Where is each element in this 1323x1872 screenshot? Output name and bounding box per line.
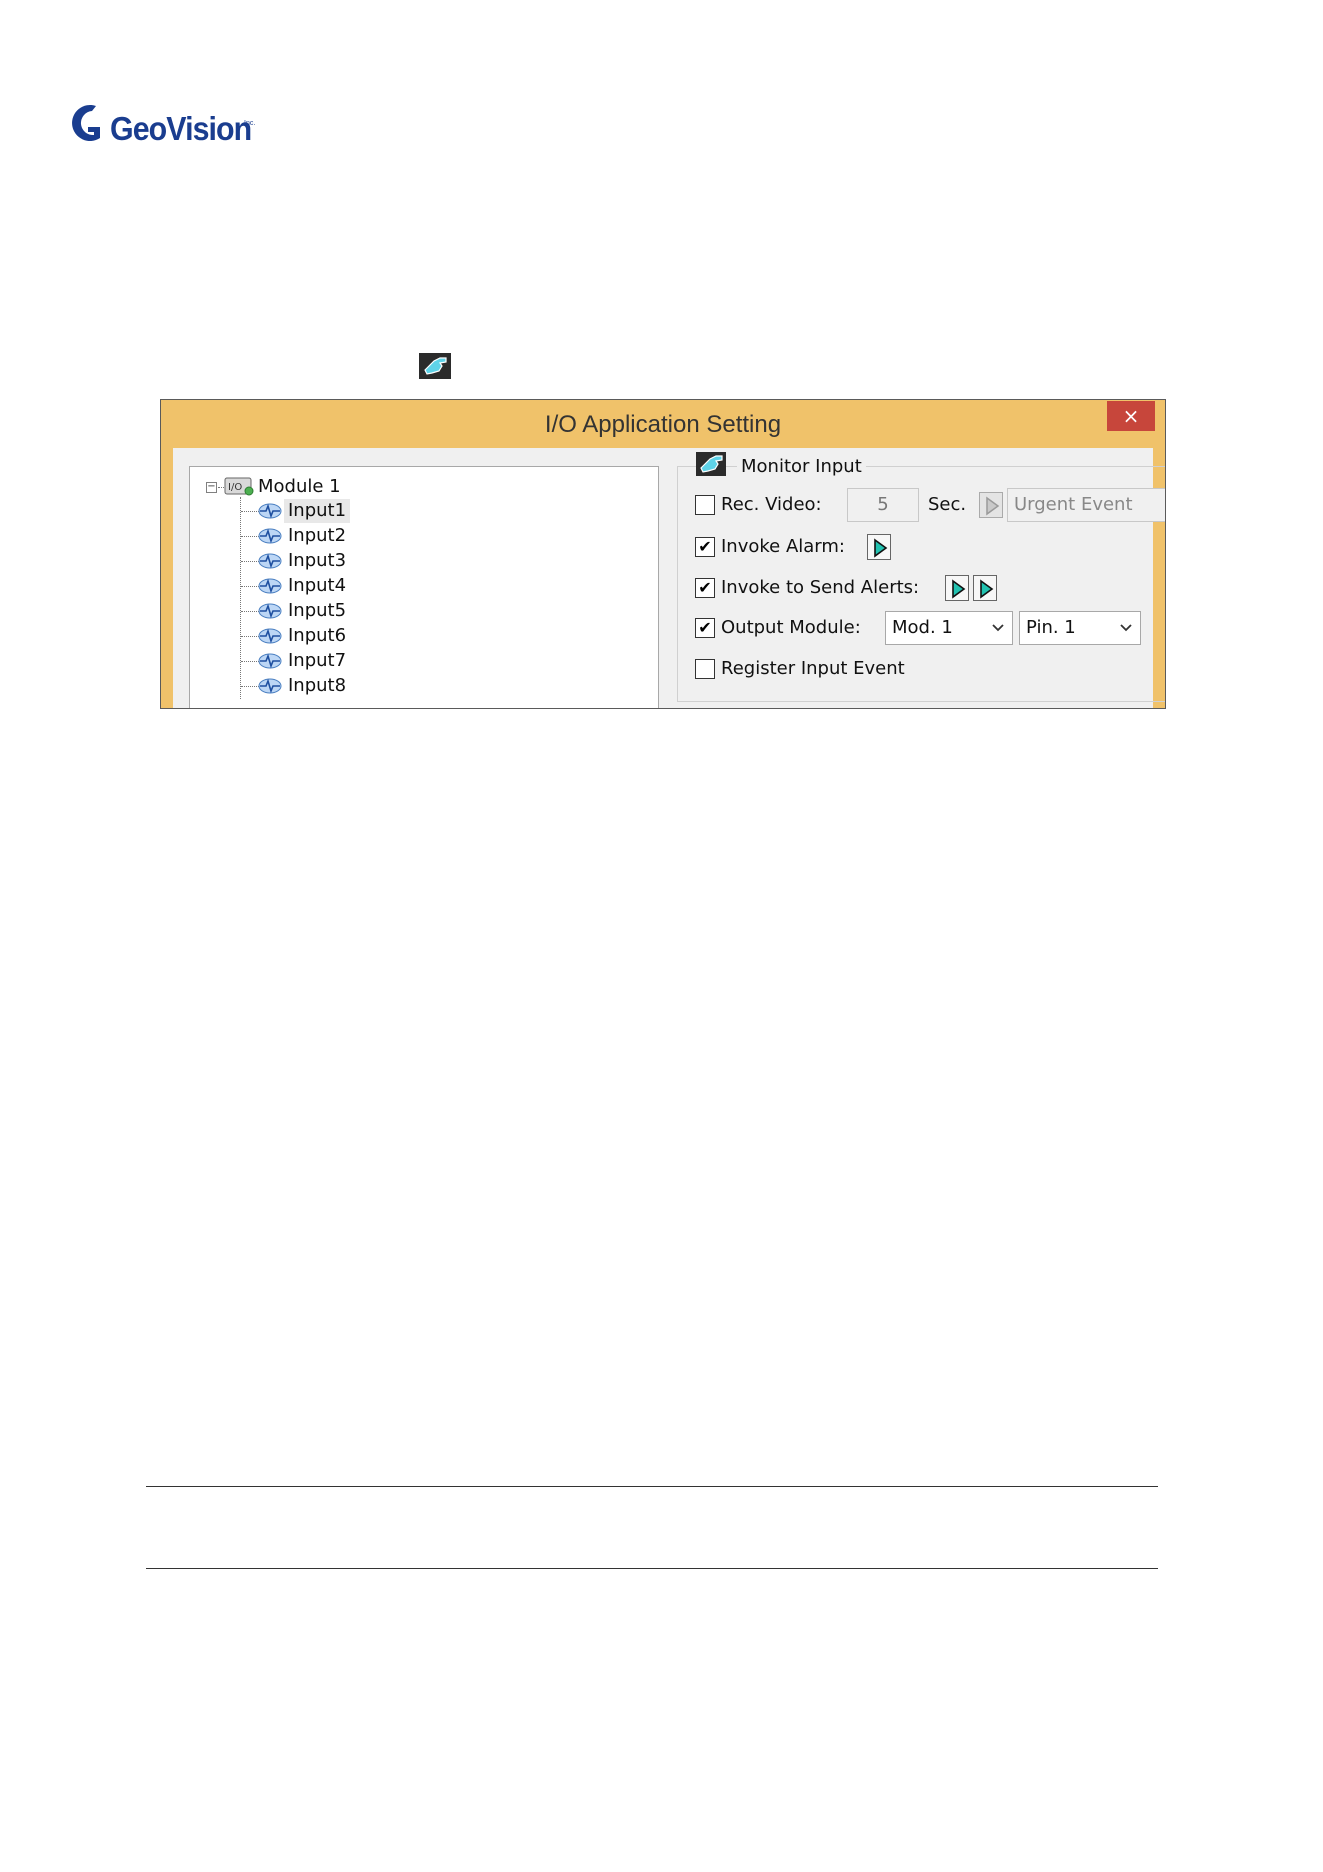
tree-collapse-toggle[interactable]: −	[206, 482, 217, 493]
logo-inc: Inc.	[244, 120, 256, 127]
tree-connector	[241, 536, 259, 537]
output-pin-value: Pin. 1	[1026, 617, 1076, 638]
rec-video-seconds-input[interactable]: 5	[847, 488, 919, 522]
output-pin-select[interactable]: Pin. 1	[1019, 611, 1141, 645]
rec-video-play-button[interactable]	[979, 492, 1003, 518]
input-signal-icon	[258, 603, 282, 619]
output-module-checkbox[interactable]: ✔	[695, 618, 715, 638]
tree-connector	[241, 686, 259, 687]
tree-item-input[interactable]: Input3	[288, 549, 346, 573]
input-signal-icon	[258, 653, 282, 669]
dialog-titlebar: I/O Application Setting ×	[161, 400, 1165, 448]
tree-connector	[241, 611, 259, 612]
input-signal-icon	[258, 503, 282, 519]
tree-item-input[interactable]: Input2	[288, 524, 346, 548]
tree-connector	[241, 661, 259, 662]
monitor-input-label: Monitor Input	[737, 456, 866, 477]
tree-connector	[241, 511, 259, 512]
input-signal-icon	[258, 578, 282, 594]
divider-bottom	[146, 1568, 1158, 1569]
tree-root-label[interactable]: Module 1	[258, 475, 341, 499]
rec-video-checkbox[interactable]	[695, 495, 715, 515]
play-icon	[986, 496, 1000, 516]
tree-item-input[interactable]: Input4	[288, 574, 346, 598]
io-module-icon: I/O	[224, 477, 254, 496]
divider-top	[146, 1486, 1158, 1487]
event-type-select[interactable]: Urgent Event	[1007, 488, 1165, 522]
register-input-event-checkbox[interactable]	[695, 659, 715, 679]
tree-connector	[241, 636, 259, 637]
send-alerts-label: Invoke to Send Alerts:	[721, 577, 920, 598]
dialog-title: I/O Application Setting	[544, 411, 782, 438]
hand-pointer-icon	[419, 353, 451, 379]
input-signal-icon	[258, 553, 282, 569]
geovision-logo: GeoVision	[66, 100, 266, 150]
play-icon	[874, 538, 888, 558]
input-signal-icon	[258, 678, 282, 694]
logo-text: GeoVision	[110, 110, 252, 147]
input-signal-icon	[258, 628, 282, 644]
monitor-hand-icon	[696, 452, 726, 476]
close-button[interactable]: ×	[1107, 401, 1155, 431]
dialog-frame-left	[161, 448, 173, 708]
tree-connector	[241, 561, 259, 562]
tree-item-input[interactable]: Input7	[288, 649, 346, 673]
input-signal-icon	[258, 528, 282, 544]
geovision-logo-mark	[72, 104, 100, 141]
send-alerts-button-1[interactable]	[945, 575, 969, 601]
send-alerts-checkbox[interactable]: ✔	[695, 578, 715, 598]
register-input-event-label: Register Input Event	[721, 658, 905, 679]
tree-item-input[interactable]: Input1	[288, 499, 346, 523]
tree-item-input[interactable]: Input8	[288, 674, 346, 698]
chevron-down-icon	[1120, 624, 1132, 632]
tree-item-input[interactable]: Input6	[288, 624, 346, 648]
output-module-select[interactable]: Mod. 1	[885, 611, 1013, 645]
invoke-alarm-button[interactable]	[867, 534, 891, 560]
rec-video-label: Rec. Video:	[721, 494, 822, 515]
output-module-label: Output Module:	[721, 617, 861, 638]
svg-text:I/O: I/O	[228, 482, 242, 493]
play-icon	[980, 579, 994, 599]
tree-item-input[interactable]: Input5	[288, 599, 346, 623]
send-alerts-button-2[interactable]	[973, 575, 997, 601]
invoke-alarm-label: Invoke Alarm:	[721, 536, 845, 557]
play-icon	[952, 579, 966, 599]
close-icon: ×	[1122, 404, 1140, 428]
event-type-value: Urgent Event	[1014, 494, 1133, 515]
output-module-value: Mod. 1	[892, 617, 953, 638]
tree-branch-line	[240, 497, 241, 699]
module-tree[interactable]: − I/O Module 1 Input1 Input2 Input3 Input4 I…	[189, 466, 659, 708]
chevron-down-icon	[992, 624, 1004, 632]
io-application-dialog: I/O Application Setting × − I/O Module 1…	[160, 399, 1166, 709]
rec-video-unit: Sec.	[928, 494, 967, 515]
invoke-alarm-checkbox[interactable]: ✔	[695, 537, 715, 557]
tree-connector	[241, 586, 259, 587]
